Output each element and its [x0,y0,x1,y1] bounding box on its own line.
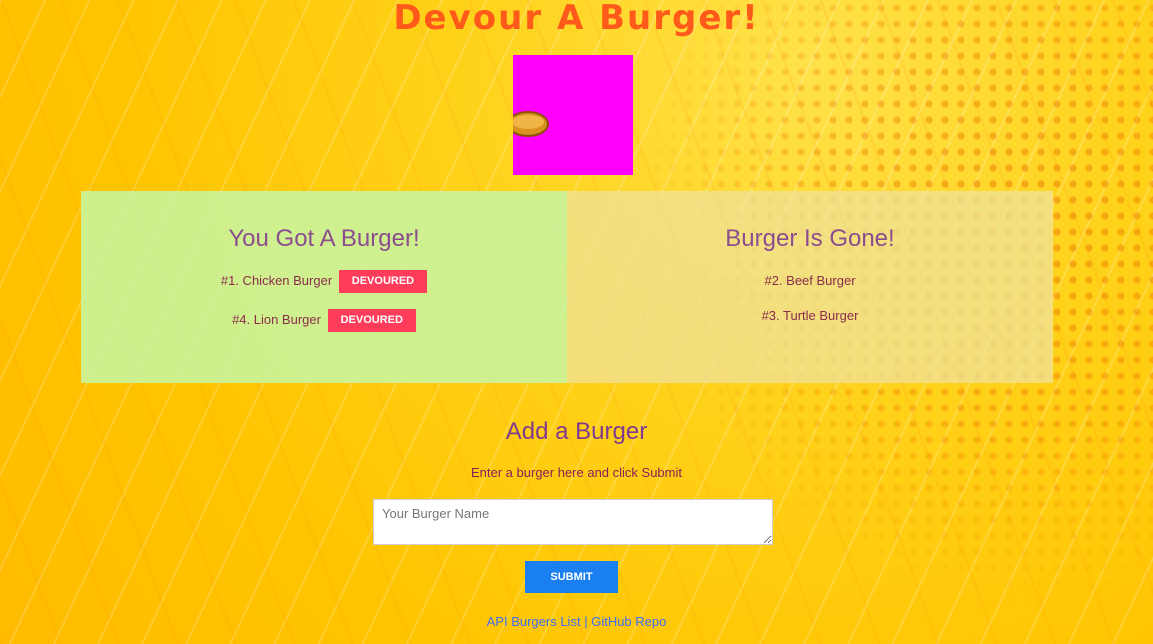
burger-logo [513,55,633,175]
burger-name-input[interactable] [373,499,773,545]
list-item: #3. Turtle Burger [567,304,1053,328]
page-title: Devour A Burger! [393,0,760,38]
burger-label: #2. Beef Burger [764,273,856,288]
burger-label: #3. Turtle Burger [761,308,859,323]
list-item: #2. Beef Burger [567,269,1053,293]
eaten-burgers-panel: You Got A Burger! #1. Chicken Burger DEV… [81,191,567,383]
api-burgers-link[interactable]: API Burgers List [487,614,581,629]
list-item: #1. Chicken Burger DEVOURED [81,269,567,294]
add-burger-title: Add a Burger [505,418,648,445]
gone-burgers-panel: Burger Is Gone! #2. Beef Burger #3. Turt… [567,191,1053,383]
submit-button[interactable]: SUBMIT [525,561,618,593]
burger-label: #4. Lion Burger [232,312,321,327]
devoured-button[interactable]: DEVOURED [327,309,416,333]
footer-links: API Burgers List | GitHub Repo [0,614,1153,629]
burger-label: #1. Chicken Burger [220,273,333,288]
footer-separator: | [584,614,588,629]
add-burger-instructions: Enter a burger here and click Submit [471,465,682,480]
burger-bun-icon [513,111,549,137]
github-repo-link[interactable]: GitHub Repo [591,614,666,629]
eaten-panel-title: You Got A Burger! [228,225,420,252]
gone-panel-title: Burger Is Gone! [725,225,895,252]
burger-panels: You Got A Burger! #1. Chicken Burger DEV… [81,191,1053,383]
list-item: #4. Lion Burger DEVOURED [81,308,567,333]
devoured-button[interactable]: DEVOURED [338,270,428,294]
